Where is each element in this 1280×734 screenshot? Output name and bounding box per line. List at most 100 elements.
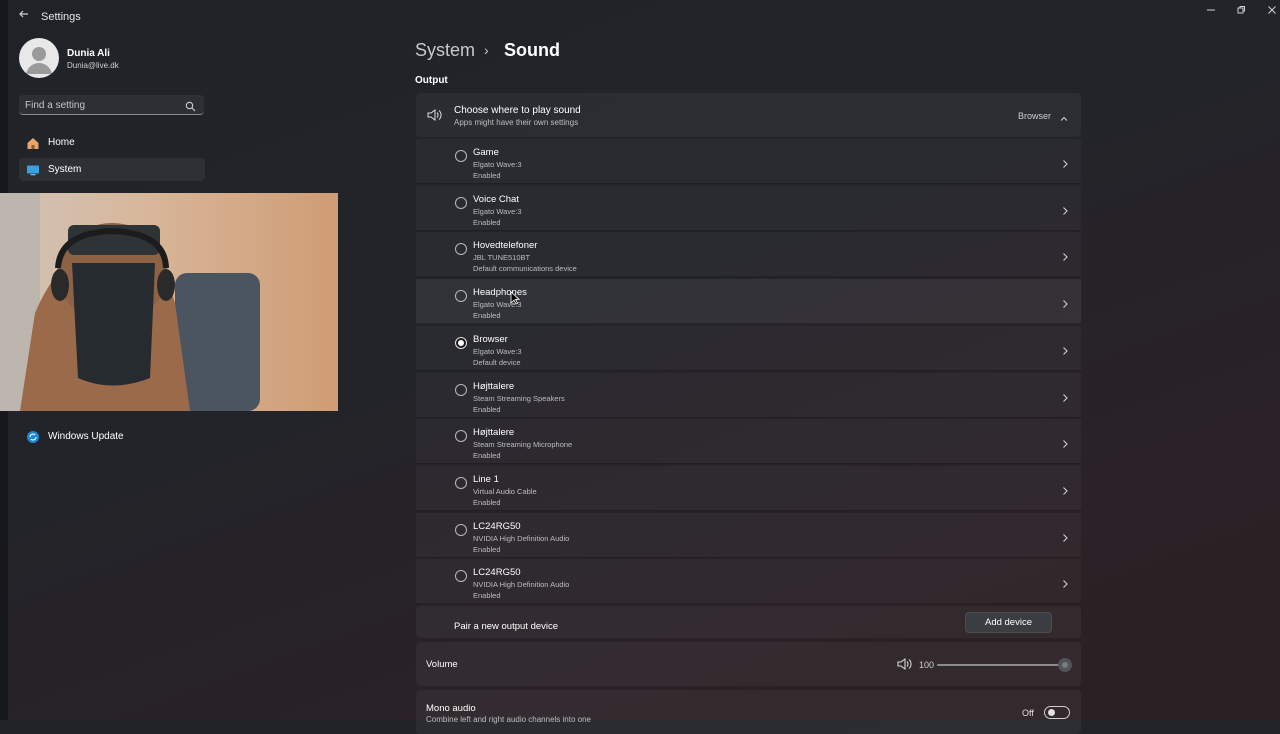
device-row[interactable]: Højttalere Steam Streaming Microphone En… xyxy=(416,419,1081,464)
device-row[interactable]: LC24RG50 NVIDIA High Definition Audio En… xyxy=(416,559,1081,604)
device-radio[interactable] xyxy=(455,384,467,396)
chevron-right-icon[interactable] xyxy=(1061,203,1069,215)
device-model: JBL TUNE510BT xyxy=(473,253,531,262)
device-row[interactable]: Browser Elgato Wave:3 Default device xyxy=(416,326,1081,371)
device-radio[interactable] xyxy=(455,477,467,489)
mono-audio-row: Mono audio Combine left and right audio … xyxy=(416,690,1081,734)
home-icon xyxy=(26,136,40,150)
device-row[interactable]: Højttalere Steam Streaming Speakers Enab… xyxy=(416,373,1081,418)
volume-row: Volume 100 xyxy=(416,642,1081,686)
device-name: LC24RG50 xyxy=(473,567,521,578)
avatar[interactable] xyxy=(19,38,59,78)
page-title: Sound xyxy=(504,40,560,60)
device-name: Voice Chat xyxy=(473,194,519,205)
back-arrow-icon[interactable] xyxy=(18,8,32,22)
device-radio[interactable] xyxy=(455,290,467,302)
chevron-right-icon[interactable] xyxy=(1061,390,1069,402)
output-header-title: Choose where to play sound xyxy=(454,105,581,116)
sidebar-item-label: Windows Update xyxy=(48,431,124,442)
mono-audio-state: Off xyxy=(1022,708,1034,718)
add-device-button[interactable]: Add device xyxy=(965,612,1052,633)
choose-output-header[interactable]: Choose where to play sound Apps might ha… xyxy=(416,93,1081,137)
device-status: Default device xyxy=(473,358,521,367)
device-status: Enabled xyxy=(473,171,501,180)
title-bar: Settings xyxy=(0,0,1280,32)
device-radio-selected[interactable] xyxy=(455,337,467,349)
device-name: Line 1 xyxy=(473,474,499,485)
device-name: Højttalere xyxy=(473,381,515,392)
device-model: Steam Streaming Microphone xyxy=(473,440,573,449)
device-name: Hovedtelefoner xyxy=(473,240,538,251)
app-title: Settings xyxy=(41,11,81,23)
device-status: Enabled xyxy=(473,545,501,554)
chevron-right-icon[interactable] xyxy=(1061,249,1069,261)
mono-audio-title: Mono audio xyxy=(426,703,476,714)
chevron-right-icon[interactable] xyxy=(1061,483,1069,495)
sidebar-item-windows-update[interactable]: Windows Update xyxy=(19,425,205,448)
sidebar-item-system[interactable]: System xyxy=(19,158,205,181)
device-model: NVIDIA High Definition Audio xyxy=(473,580,570,589)
search-input[interactable] xyxy=(25,97,175,113)
sidebar-item-label: Home xyxy=(48,137,75,148)
webcam-overlay xyxy=(0,193,338,411)
device-status: Default communications device xyxy=(473,264,577,273)
device-name: Højttalere xyxy=(473,427,515,438)
output-selected-device: Browser xyxy=(1017,111,1051,121)
mouse-cursor-icon xyxy=(510,291,521,305)
volume-label: Volume xyxy=(426,659,458,670)
mono-audio-toggle[interactable] xyxy=(1044,706,1070,719)
breadcrumb-separator: › xyxy=(484,42,489,58)
device-radio[interactable] xyxy=(455,430,467,442)
device-status: Enabled xyxy=(473,498,501,507)
breadcrumb-system[interactable]: System xyxy=(415,40,475,61)
user-name: Dunia Ali xyxy=(67,48,110,59)
webcam-person-image xyxy=(0,193,260,411)
minimize-icon[interactable] xyxy=(1200,4,1222,20)
device-radio[interactable] xyxy=(455,524,467,536)
device-status: Enabled xyxy=(473,591,501,600)
windows-update-icon xyxy=(26,430,40,444)
device-row[interactable]: Voice Chat Elgato Wave:3 Enabled xyxy=(416,186,1081,231)
search-box[interactable] xyxy=(19,95,204,115)
user-silhouette-icon xyxy=(26,47,52,74)
device-model: Elgato Wave:3 xyxy=(473,347,522,356)
restore-icon[interactable] xyxy=(1230,4,1252,20)
device-status: Enabled xyxy=(473,451,501,460)
sidebar-item-home[interactable]: Home xyxy=(19,131,205,154)
speaker-icon xyxy=(427,108,443,127)
chevron-right-icon[interactable] xyxy=(1061,576,1069,588)
section-output-label: Output xyxy=(415,75,448,86)
output-header-subtitle: Apps might have their own settings xyxy=(454,118,579,127)
device-status: Enabled xyxy=(473,218,501,227)
volume-slider-thumb[interactable] xyxy=(1058,658,1072,672)
pair-device-row: Pair a new output device Add device xyxy=(416,606,1081,638)
volume-slider[interactable] xyxy=(937,658,1072,672)
chevron-right-icon[interactable] xyxy=(1061,436,1069,448)
device-name: LC24RG50 xyxy=(473,521,521,532)
device-radio[interactable] xyxy=(455,243,467,255)
speaker-volume-icon[interactable] xyxy=(897,657,913,671)
chevron-right-icon[interactable] xyxy=(1061,530,1069,542)
search-icon[interactable] xyxy=(185,99,196,112)
device-model: Elgato Wave:3 xyxy=(473,160,522,169)
device-radio[interactable] xyxy=(455,150,467,162)
device-status: Enabled xyxy=(473,405,501,414)
device-row[interactable]: Hovedtelefoner JBL TUNE510BT Default com… xyxy=(416,232,1081,277)
device-model: Steam Streaming Speakers xyxy=(473,394,565,403)
device-model: NVIDIA High Definition Audio xyxy=(473,534,570,543)
device-row[interactable]: Game Elgato Wave:3 Enabled xyxy=(416,139,1081,184)
device-radio[interactable] xyxy=(455,197,467,209)
device-model: Virtual Audio Cable xyxy=(473,487,537,496)
volume-value: 100 xyxy=(919,660,935,670)
chevron-right-icon[interactable] xyxy=(1061,343,1069,355)
chevron-right-icon[interactable] xyxy=(1061,296,1069,308)
device-radio[interactable] xyxy=(455,570,467,582)
chevron-up-icon[interactable] xyxy=(1059,111,1069,121)
user-email: Dunia@live.dk xyxy=(67,61,119,70)
device-name: Browser xyxy=(473,334,508,345)
pair-device-label: Pair a new output device xyxy=(454,621,559,632)
chevron-right-icon[interactable] xyxy=(1061,156,1069,168)
device-row[interactable]: Line 1 Virtual Audio Cable Enabled xyxy=(416,466,1081,511)
device-row[interactable]: LC24RG50 NVIDIA High Definition Audio En… xyxy=(416,513,1081,558)
close-icon[interactable] xyxy=(1261,4,1280,20)
